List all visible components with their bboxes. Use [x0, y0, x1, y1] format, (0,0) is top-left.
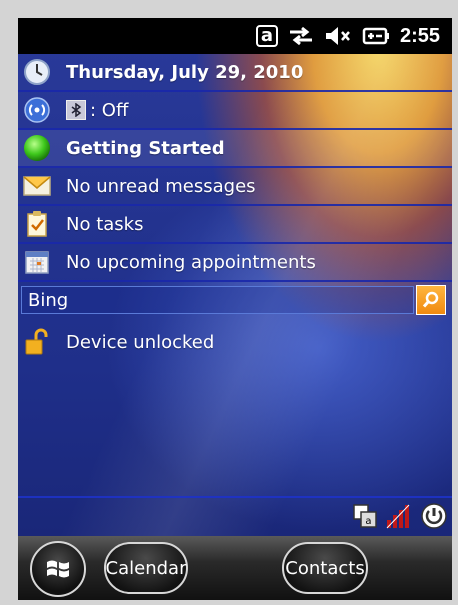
tasks-icon — [22, 209, 52, 239]
calendar-softkey[interactable]: Calendar — [104, 542, 188, 594]
signal-strength-icon[interactable] — [384, 502, 414, 534]
today-item-appointments[interactable]: No upcoming appointments — [18, 244, 452, 282]
today-item-messages[interactable]: No unread messages — [18, 168, 452, 206]
battery-charging-icon[interactable] — [362, 26, 390, 46]
search-input[interactable]: Bing — [21, 286, 414, 314]
today-item-date[interactable]: Thursday, July 29, 2010 — [18, 54, 452, 92]
soft-key-bar: Calendar Contacts — [18, 536, 452, 600]
search-row: Bing — [18, 284, 452, 318]
getting-started-label: Getting Started — [66, 137, 225, 159]
status-bar: a 2:55 — [18, 18, 452, 54]
search-button[interactable] — [416, 285, 446, 315]
clock-time[interactable]: 2:55 — [400, 25, 440, 48]
today-item-wireless[interactable]: : Off — [18, 92, 452, 130]
tasks-label: No tasks — [66, 213, 144, 235]
messages-label: No unread messages — [66, 175, 256, 197]
search-icon — [422, 291, 439, 308]
lock-status-label: Device unlocked — [66, 331, 215, 353]
today-item-tasks[interactable]: No tasks — [18, 206, 452, 244]
svg-text:a: a — [365, 516, 371, 527]
today-item-lock[interactable]: Device unlocked — [18, 320, 452, 364]
tray-divider — [18, 496, 452, 498]
padlock-open-icon — [22, 327, 52, 357]
calendar-icon — [22, 247, 52, 277]
start-button[interactable] — [30, 541, 86, 597]
date-label: Thursday, July 29, 2010 — [66, 61, 304, 83]
today-item-getting-started[interactable]: Getting Started — [18, 130, 452, 168]
wireless-icon — [22, 95, 52, 125]
device-screen: a 2:55 Thursday, July 29, 2010: Off Get… — [18, 18, 452, 600]
contacts-softkey[interactable]: Contacts — [282, 542, 368, 594]
system-tray: a — [352, 502, 448, 534]
sync-arrows-icon[interactable] — [288, 25, 314, 47]
envelope-icon — [22, 171, 52, 201]
speaker-muted-icon[interactable] — [324, 25, 352, 47]
clock-icon — [22, 57, 52, 87]
appointments-label: No upcoming appointments — [66, 251, 316, 273]
power-tray-icon[interactable] — [420, 502, 448, 534]
windows-flag-icon — [47, 560, 69, 578]
wireless-status: : Off — [90, 99, 129, 121]
input-panel-icon[interactable]: a — [352, 503, 378, 533]
bluetooth-icon — [66, 100, 86, 120]
screenshot-frame: a 2:55 Thursday, July 29, 2010: Off Get… — [0, 0, 458, 605]
getting-started-icon — [22, 133, 52, 163]
keyboard-indicator-icon[interactable]: a — [255, 25, 278, 47]
today-list: Thursday, July 29, 2010 : Off Getting St… — [18, 54, 452, 364]
